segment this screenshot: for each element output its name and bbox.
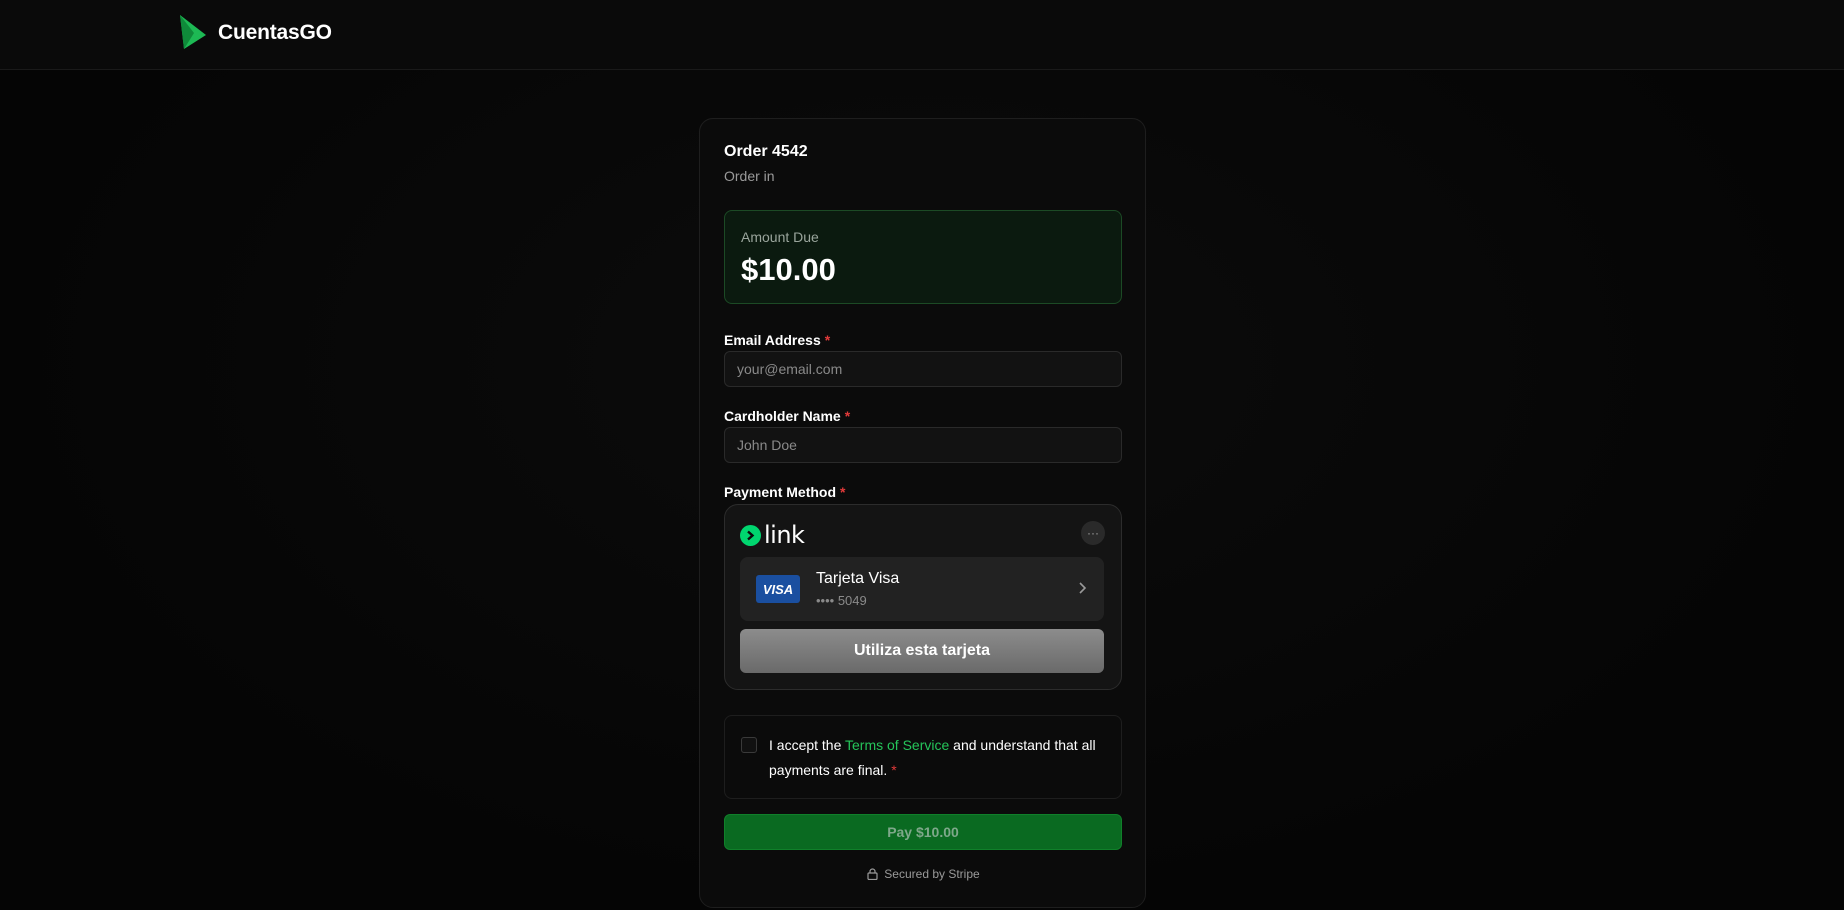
email-field[interactable]: [724, 351, 1122, 387]
terms-box: I accept the Terms of Service and unders…: [724, 715, 1122, 799]
cardholder-label-text: Cardholder Name: [724, 408, 841, 424]
email-label: Email Address *: [724, 332, 830, 348]
lock-icon: [867, 868, 878, 880]
use-this-card-button[interactable]: Utiliza esta tarjeta: [740, 629, 1104, 673]
required-mark: *: [891, 762, 897, 778]
payment-method-label: Payment Method *: [724, 484, 845, 500]
required-mark: *: [844, 408, 851, 424]
amount-due-value: $10.00: [741, 252, 836, 287]
top-bar: CuentasGO: [0, 0, 1844, 70]
link-wordmark: link: [764, 521, 805, 549]
required-mark: *: [824, 332, 831, 348]
card-name: Tarjeta Visa: [816, 570, 900, 587]
chevron-right-icon: [1079, 582, 1087, 594]
required-mark: *: [840, 484, 846, 500]
link-logo: link: [740, 521, 805, 549]
play-logo-icon: [180, 15, 206, 49]
saved-card-row[interactable]: VISA Tarjeta Visa •••• 5049: [740, 557, 1104, 621]
link-payment-box: link ··· VISA Tarjeta Visa •••• 5049 Uti…: [724, 504, 1122, 690]
order-title: Order 4542: [724, 143, 808, 160]
terms-prefix: I accept the: [769, 737, 846, 753]
checkout-card: Order 4542 Order in Amount Due $10.00 Em…: [699, 118, 1146, 908]
email-label-text: Email Address: [724, 332, 821, 348]
terms-of-service-link[interactable]: Terms of Service: [845, 737, 949, 753]
link-arrow-icon: [740, 524, 761, 546]
terms-text: I accept the Terms of Service and unders…: [769, 733, 1114, 783]
secured-by-stripe: Secured by Stripe: [700, 867, 1147, 881]
brand-logo[interactable]: CuentasGO: [178, 15, 332, 51]
amount-due-box: Amount Due $10.00: [724, 210, 1122, 304]
secured-text: Secured by Stripe: [884, 867, 980, 881]
payment-method-label-text: Payment Method: [724, 484, 837, 500]
card-number: •••• 5049: [816, 593, 867, 608]
amount-due-label: Amount Due: [741, 229, 819, 245]
cardholder-name-field[interactable]: [724, 427, 1122, 463]
more-options-button[interactable]: ···: [1081, 521, 1105, 545]
terms-checkbox[interactable]: [741, 737, 757, 753]
visa-card-icon: VISA: [756, 575, 800, 603]
cardholder-label: Cardholder Name *: [724, 408, 850, 424]
pay-button[interactable]: Pay $10.00: [724, 814, 1122, 850]
order-subtitle: Order in: [724, 168, 775, 184]
brand-name: CuentasGO: [218, 21, 332, 44]
